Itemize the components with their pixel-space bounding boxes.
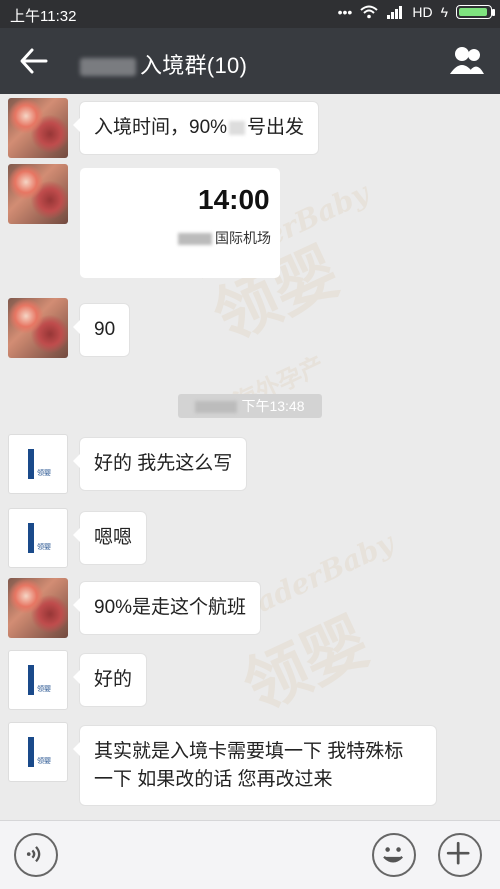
message-bubble[interactable]: 90 — [72, 304, 130, 356]
flight-time: 14:00 — [198, 184, 270, 215]
back-arrow-icon[interactable] — [18, 46, 50, 76]
flight-card[interactable]: 14:00 国际机场 — [80, 168, 280, 278]
avatar[interactable] — [8, 164, 68, 224]
message-bubble[interactable]: 好的 — [72, 654, 147, 706]
message-bubble[interactable]: 嗯嗯 — [72, 512, 147, 564]
avatar[interactable] — [8, 98, 68, 158]
message-bubble[interactable]: 好的 我先这么写 — [72, 438, 247, 490]
brand-logo-icon: 领婴 — [28, 449, 51, 479]
message-text: 90%是走这个航班 — [94, 597, 247, 618]
avatar[interactable]: 领婴 — [8, 722, 68, 782]
chat-title-text: 入境群(10) — [140, 53, 248, 78]
avatar[interactable]: 领婴 — [8, 434, 68, 494]
message-bubble[interactable]: 入境时间，90% 号出发 — [72, 102, 319, 154]
avatar[interactable]: 领婴 — [8, 650, 68, 710]
redacted-date — [195, 401, 238, 414]
flight-airport: 国际机场 — [178, 228, 271, 248]
message-text: 入境时间，90% — [94, 117, 228, 138]
avatar[interactable] — [8, 298, 68, 358]
svg-text:领婴: 领婴 — [37, 756, 51, 765]
plus-icon[interactable] — [438, 833, 482, 877]
avatar[interactable]: 领婴 — [8, 508, 68, 568]
wifi-icon — [360, 5, 379, 19]
message-text: 好的 — [94, 669, 133, 690]
svg-text:领婴: 领婴 — [37, 468, 51, 477]
status-icons: ••• HD ϟ — [337, 4, 495, 20]
svg-text:领婴: 领婴 — [37, 684, 51, 693]
status-bar: 上午11:32 ••• HD ϟ — [0, 0, 500, 28]
timestamp: 下午13:48 — [178, 394, 322, 418]
message-bubble[interactable]: 其实就是入境卡需要填一下 我特殊标一下 如果改的话 您再改过来 — [73, 726, 436, 806]
message-text-end: 号出发 — [247, 117, 305, 138]
battery-icon — [456, 5, 495, 19]
timestamp-text: 下午13:48 — [241, 398, 305, 414]
airport-text: 国际机场 — [215, 230, 271, 246]
input-bar — [0, 820, 500, 889]
redacted-text — [229, 120, 246, 135]
svg-text:领婴: 领婴 — [37, 542, 51, 551]
chat-area[interactable]: 领婴 LeaderBaby 海外孕产 领婴 LeaderBaby 海外孕产 入境… — [0, 94, 500, 820]
brand-logo-icon: 领婴 — [28, 737, 51, 767]
avatar[interactable] — [8, 578, 68, 638]
message-text: 嗯嗯 — [94, 527, 133, 548]
redacted-title-part — [80, 58, 136, 77]
network-type: HD — [412, 4, 433, 20]
message-text: 好的 我先这么写 — [94, 453, 233, 474]
message-text: 90 — [94, 319, 116, 340]
message-bubble[interactable]: 90%是走这个航班 — [72, 582, 261, 634]
brand-logo-icon: 领婴 — [28, 665, 51, 695]
emoji-icon[interactable] — [372, 833, 416, 877]
signal-icon — [387, 6, 403, 19]
status-time: 上午11:32 — [10, 8, 77, 25]
charging-icon: ϟ — [440, 4, 448, 20]
message-text: 其实就是入境卡需要填一下 我特殊标一下 如果改的话 您再改过来 — [94, 741, 404, 790]
group-members-icon[interactable] — [448, 44, 486, 78]
header: 入境群(10) — [0, 28, 500, 94]
brand-logo-icon: 领婴 — [28, 523, 51, 553]
more-icon: ••• — [337, 4, 353, 20]
voice-icon[interactable] — [14, 833, 58, 877]
chat-title: 入境群(10) — [80, 48, 247, 80]
redacted-airport — [178, 233, 212, 246]
